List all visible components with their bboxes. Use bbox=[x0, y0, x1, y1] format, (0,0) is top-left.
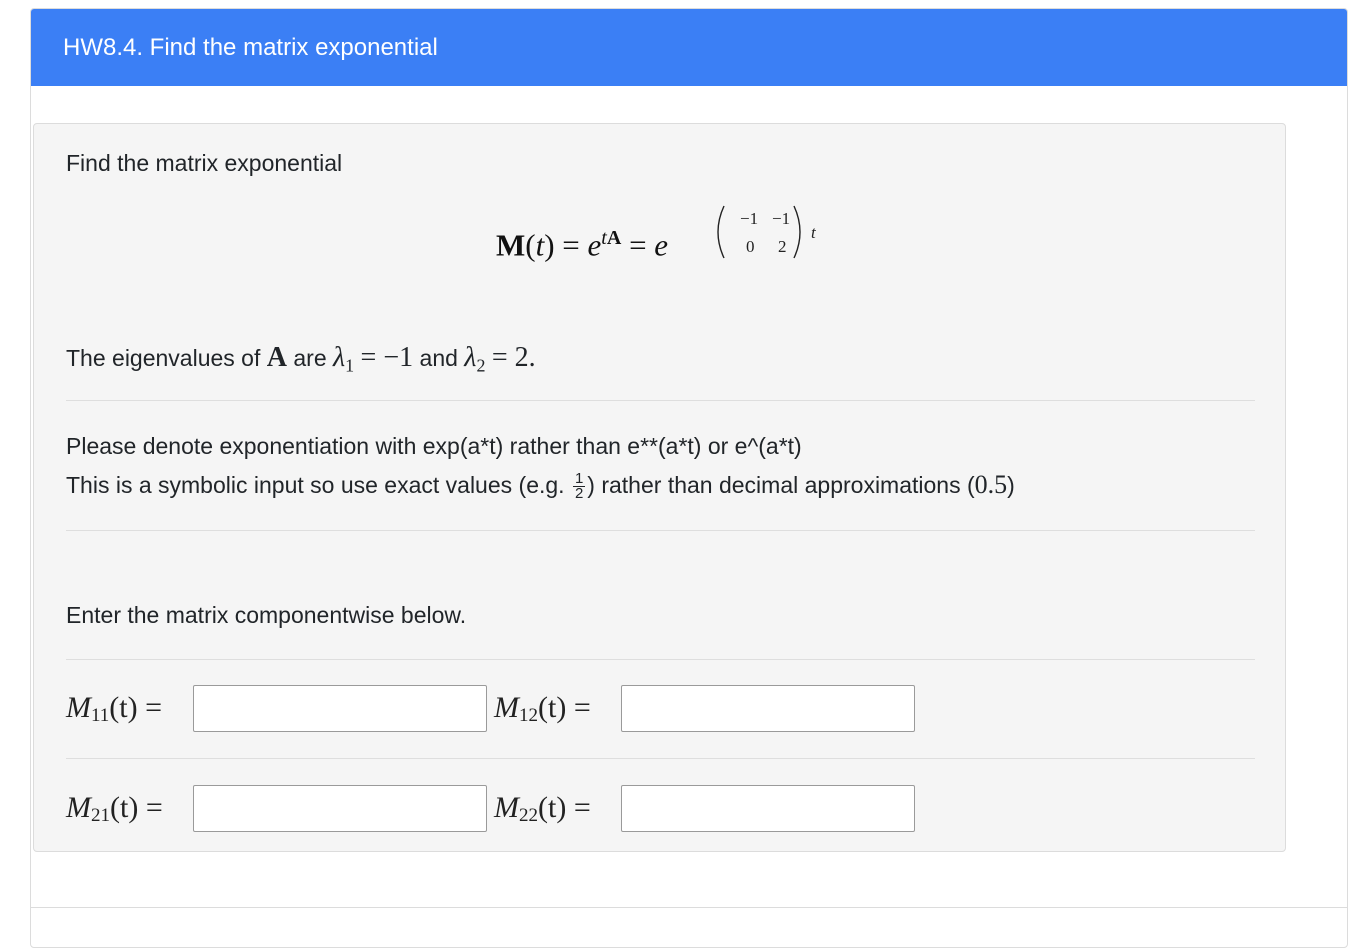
eigen-and: and bbox=[419, 345, 458, 371]
m12-sub: 12 bbox=[519, 705, 538, 726]
eigen-sub1: 1 bbox=[345, 355, 355, 376]
instruction-exp: Please denote exponentiation with exp(a*… bbox=[66, 433, 802, 459]
instruction-exact: This is a symbolic input so use exact va… bbox=[66, 470, 1015, 501]
instruction-exact-c: ) bbox=[1007, 472, 1015, 498]
intro-text: Find the matrix exponential bbox=[66, 150, 343, 176]
eigen-val2: = 2. bbox=[491, 342, 536, 373]
eq-sign-2: = bbox=[629, 227, 647, 263]
m21-M: M bbox=[66, 791, 91, 824]
m11-tail: (t) = bbox=[109, 691, 163, 724]
question-title: HW8.4. Find the matrix exponential bbox=[31, 9, 1347, 86]
m22-input[interactable] bbox=[621, 785, 915, 832]
eigen-are: are bbox=[293, 345, 327, 371]
eigen-val1: = −1 bbox=[360, 342, 414, 373]
eigen-A: A bbox=[266, 342, 287, 373]
matrix-a22: 2 bbox=[778, 237, 787, 256]
eigen-lambda2: λ bbox=[464, 342, 477, 373]
label-m21: M21(t) = bbox=[66, 791, 163, 827]
label-m22: M22(t) = bbox=[494, 791, 591, 827]
m22-M: M bbox=[494, 791, 519, 824]
m12-tail: (t) = bbox=[538, 691, 591, 724]
m12-input[interactable] bbox=[621, 685, 915, 732]
m21-tail: (t) = bbox=[110, 791, 163, 824]
eigen-prefix: The eigenvalues of bbox=[66, 345, 261, 371]
paren-right bbox=[793, 205, 801, 259]
instruction-exact-b: ) rather than decimal approximations ( bbox=[587, 472, 975, 498]
m11-M: M bbox=[66, 691, 91, 724]
enter-instructions: Enter the matrix componentwise below. bbox=[66, 602, 467, 628]
m22-sub: 22 bbox=[519, 805, 538, 826]
eq-sign-1: = bbox=[562, 227, 580, 263]
m11-sub: 11 bbox=[91, 705, 110, 726]
exponent-matrix: −1 −1 0 2 t bbox=[717, 205, 817, 259]
display-equation: M(t) = etA = e bbox=[496, 227, 669, 263]
question-panel: Find the matrix exponential M (t) = e t A =… bbox=[33, 123, 1286, 852]
fraction-half: 12 bbox=[572, 471, 586, 503]
m21-input[interactable] bbox=[193, 785, 487, 832]
m11-input[interactable] bbox=[193, 685, 487, 732]
paren-left bbox=[717, 205, 725, 259]
eq-sup-A: A bbox=[606, 227, 622, 249]
divider-2 bbox=[66, 530, 1255, 531]
matrix-a21: 0 bbox=[746, 237, 755, 256]
label-m11: M11(t) = bbox=[66, 691, 162, 727]
eq-lhs: M bbox=[496, 227, 526, 263]
matrix-a12: −1 bbox=[772, 209, 790, 228]
frac-den: 2 bbox=[574, 485, 584, 503]
m22-tail: (t) = bbox=[538, 791, 591, 824]
m12-M: M bbox=[494, 691, 519, 724]
instruction-exact-decimal: 0.5 bbox=[974, 470, 1008, 499]
eigenvalues-text: The eigenvalues of A are λ1 = −1 and λ2 … bbox=[66, 342, 536, 377]
divider-3 bbox=[66, 659, 1255, 660]
label-m12: M12(t) = bbox=[494, 691, 591, 727]
matrix-a11: −1 bbox=[740, 209, 758, 228]
eigen-sub2: 2 bbox=[476, 355, 486, 376]
matrix-exp-t: t bbox=[811, 223, 817, 242]
m21-sub: 21 bbox=[91, 805, 110, 826]
divider-1 bbox=[66, 400, 1255, 401]
instruction-exact-a: This is a symbolic input so use exact va… bbox=[66, 472, 565, 498]
card-divider bbox=[31, 907, 1347, 908]
eigen-lambda1: λ bbox=[333, 342, 346, 373]
divider-4 bbox=[66, 758, 1255, 759]
eq-e-2: e bbox=[654, 227, 669, 263]
eq-e-1: e bbox=[587, 227, 602, 263]
eq-t: t bbox=[535, 227, 545, 263]
